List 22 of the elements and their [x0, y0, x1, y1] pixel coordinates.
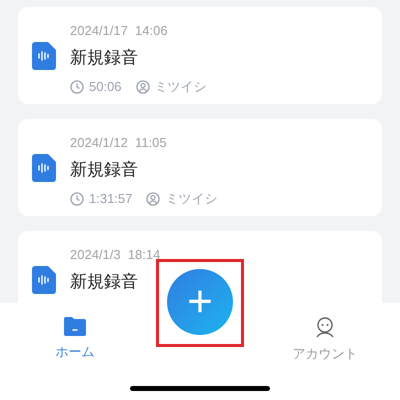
user-name: ミツイシ: [165, 190, 218, 208]
user-icon: [136, 80, 150, 94]
audio-file-icon: [32, 154, 56, 182]
recording-date: 2024/1/17 14:06: [70, 22, 169, 40]
tab[interactable]: ホーム: [0, 316, 150, 364]
recording-card[interactable]: 2024/1/12 11:05 新規録音 1:31:57 ミツイシ: [18, 119, 382, 216]
recording-date: 2024/1/3 18:14: [70, 246, 160, 264]
duration: 50:06: [89, 78, 122, 96]
recording-date: 2024/1/12 11:05: [70, 134, 168, 152]
recording-title: 新規録音: [70, 158, 139, 180]
recording-title: 新規録音: [70, 46, 139, 68]
folder-icon: [64, 316, 86, 336]
user-icon: [146, 192, 160, 206]
recording-card[interactable]: 2024/1/17 14:06 新規録音 50:06 ミツイシ: [18, 7, 382, 104]
recording-title: 新規録音: [70, 270, 139, 292]
duration: 1:31:57: [89, 190, 132, 208]
account-icon: [314, 316, 336, 338]
clock-icon: [70, 192, 84, 206]
clock-icon: [70, 80, 84, 94]
audio-file-icon: [32, 266, 56, 294]
audio-file-icon: [32, 42, 56, 70]
user-name: ミツイシ: [154, 78, 207, 96]
